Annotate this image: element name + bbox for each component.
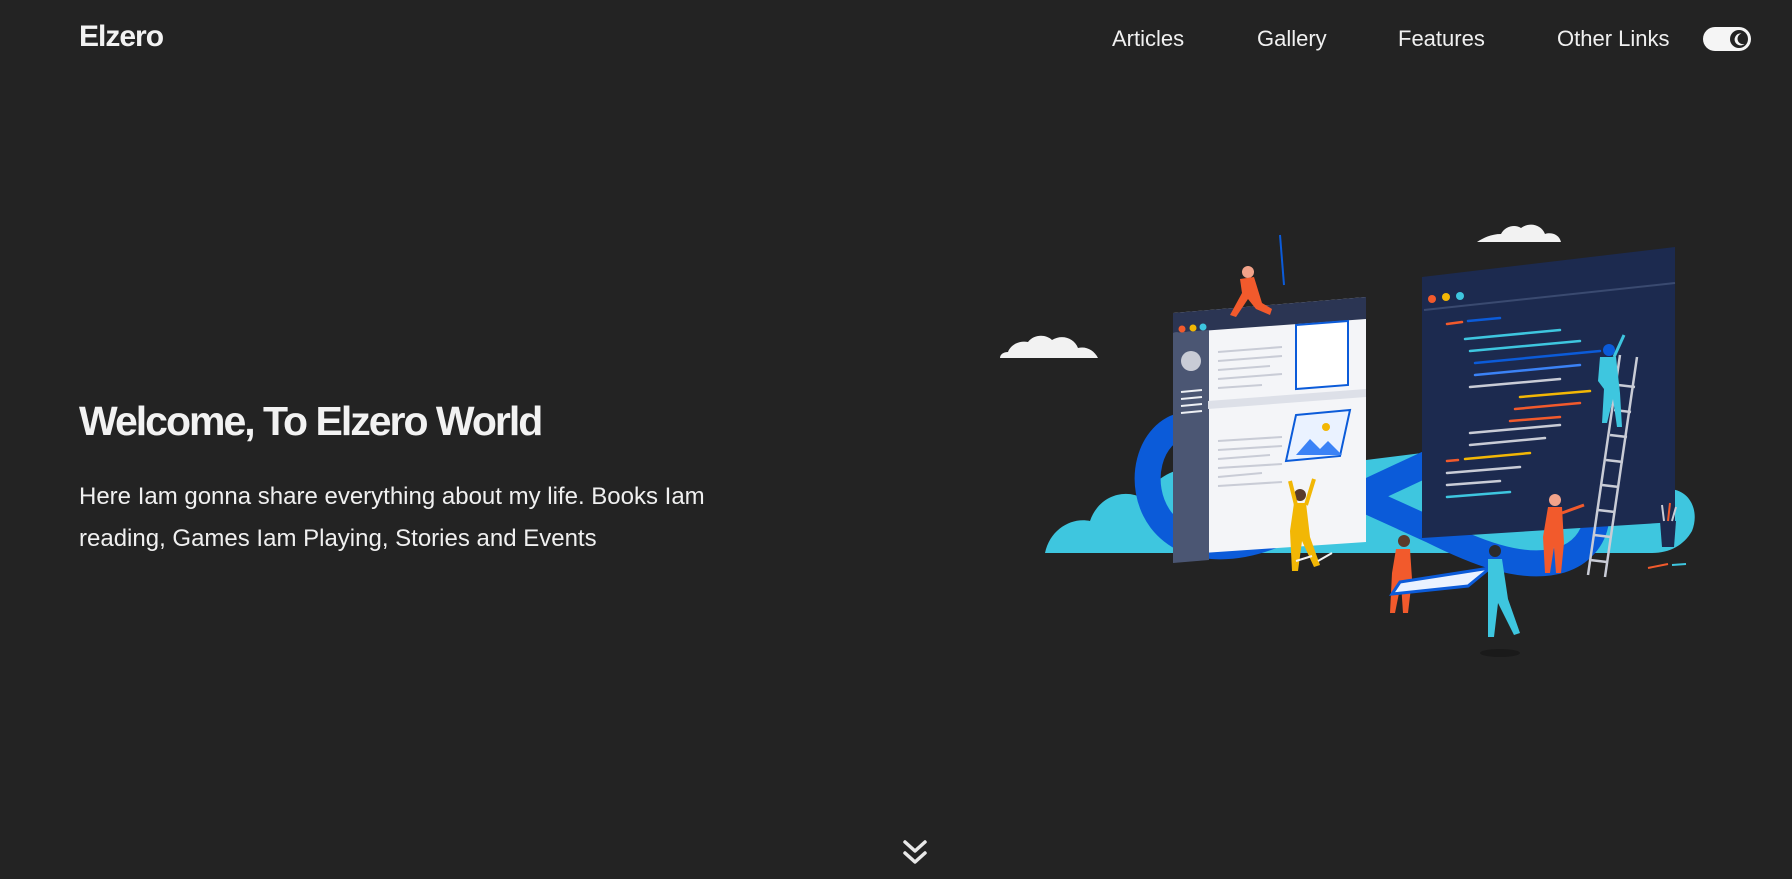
- moon-icon: [1730, 30, 1748, 48]
- double-chevron-down-icon[interactable]: [901, 838, 929, 868]
- hero-description: Here Iam gonna share everything about my…: [79, 483, 705, 552]
- code-editor-window: [1422, 247, 1676, 538]
- browser-window-left: [1173, 297, 1366, 563]
- nav-link-other-links[interactable]: Other Links: [1557, 22, 1670, 56]
- hero-illustration: [1000, 224, 1695, 657]
- nav-link-gallery[interactable]: Gallery: [1257, 22, 1327, 56]
- nav-link-features[interactable]: Features: [1398, 22, 1485, 56]
- logo[interactable]: Elzero: [79, 20, 164, 54]
- hero-title: Welcome, To Elzero World: [79, 398, 543, 444]
- theme-toggle[interactable]: [1703, 27, 1751, 51]
- nav-link-articles[interactable]: Articles: [1112, 22, 1184, 56]
